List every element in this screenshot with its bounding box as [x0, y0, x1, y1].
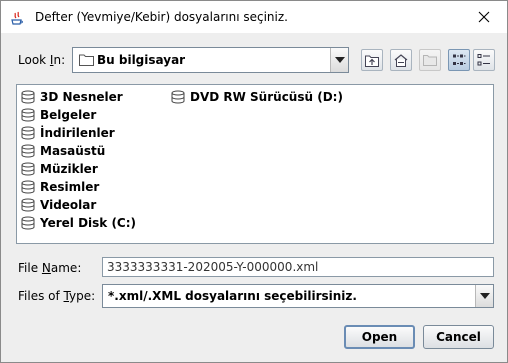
file-chooser-dialog: Defter (Yevmiye/Kebir) dosyalarını seçin…	[0, 0, 508, 363]
chevron-down-icon	[334, 57, 345, 63]
drive-icon	[21, 180, 35, 194]
up-folder-icon	[365, 55, 379, 67]
drive-icon	[21, 126, 35, 140]
folder-icon	[79, 53, 94, 69]
look-in-label: Look In:	[18, 53, 66, 67]
file-list-item-label: Yerel Disk (C:)	[40, 215, 137, 230]
file-list-item-label: Resimler	[40, 179, 100, 194]
file-list-item-label: 3D Nesneler	[40, 89, 123, 104]
drive-icon	[21, 108, 35, 122]
cancel-button[interactable]: Cancel	[423, 325, 494, 349]
window-title: Defter (Yevmiye/Kebir) dosyalarını seçin…	[35, 10, 288, 24]
file-type-combobox[interactable]: *.xml/.XML dosyalarını seçebilirsiniz.	[102, 284, 494, 308]
file-list-item[interactable]: İndirilenler	[21, 124, 115, 141]
details-view-icon	[477, 54, 490, 66]
look-in-combobox[interactable]: Bu bilgisayar	[72, 47, 349, 73]
close-icon	[478, 11, 490, 23]
new-folder-button[interactable]	[419, 49, 441, 71]
drive-icon	[21, 198, 35, 212]
file-list-item-label: Müzikler	[40, 161, 98, 176]
file-list-item-label: Videolar	[40, 197, 97, 212]
file-name-input[interactable]: 3333333331-202005-Y-000000.xml	[102, 257, 494, 277]
file-list-item[interactable]: Masaüstü	[21, 142, 105, 159]
up-one-level-button[interactable]	[361, 49, 383, 71]
file-list-item[interactable]: DVD RW Sürücüsü (D:)	[171, 88, 343, 105]
open-button[interactable]: Open	[344, 325, 415, 349]
file-list-item-label: DVD RW Sürücüsü (D:)	[190, 89, 343, 104]
details-view-button[interactable]	[473, 49, 495, 71]
file-list-item-label: İndirilenler	[40, 125, 115, 140]
file-list-item[interactable]: Belgeler	[21, 106, 96, 123]
home-button[interactable]	[390, 49, 412, 71]
home-icon	[394, 53, 408, 67]
file-type-value: *.xml/.XML dosyalarını seçebilirsiniz.	[108, 289, 357, 303]
look-in-dropdown-button[interactable]	[330, 48, 348, 72]
file-list-item[interactable]: Videolar	[21, 196, 96, 213]
drive-icon	[21, 216, 35, 230]
chevron-down-icon	[479, 293, 490, 299]
java-app-icon	[9, 10, 25, 26]
file-list-item-label: Belgeler	[40, 107, 97, 122]
list-view-icon	[453, 54, 466, 65]
title-bar[interactable]: Defter (Yevmiye/Kebir) dosyalarını seçin…	[1, 1, 507, 33]
file-type-dropdown-button[interactable]	[475, 285, 493, 307]
file-list-item[interactable]: 3D Nesneler	[21, 88, 123, 105]
file-list-item[interactable]: Müzikler	[21, 160, 98, 177]
file-list[interactable]: 3D Nesneler Belgeler İndirilenler Masaüstü M…	[16, 84, 494, 244]
file-type-label: Files of Type:	[18, 289, 96, 303]
file-list-item[interactable]: Resimler	[21, 178, 99, 195]
look-in-value: Bu bilgisayar	[97, 53, 186, 67]
drive-icon	[171, 90, 185, 104]
new-folder-icon	[423, 55, 437, 66]
drive-icon	[21, 90, 35, 104]
file-name-label: File Name:	[18, 261, 82, 275]
close-button[interactable]	[461, 1, 507, 33]
drive-icon	[21, 144, 35, 158]
drive-icon	[21, 162, 35, 176]
file-list-item[interactable]: Yerel Disk (C:)	[21, 214, 136, 231]
list-view-button[interactable]	[448, 49, 470, 71]
file-list-item-label: Masaüstü	[40, 143, 106, 158]
